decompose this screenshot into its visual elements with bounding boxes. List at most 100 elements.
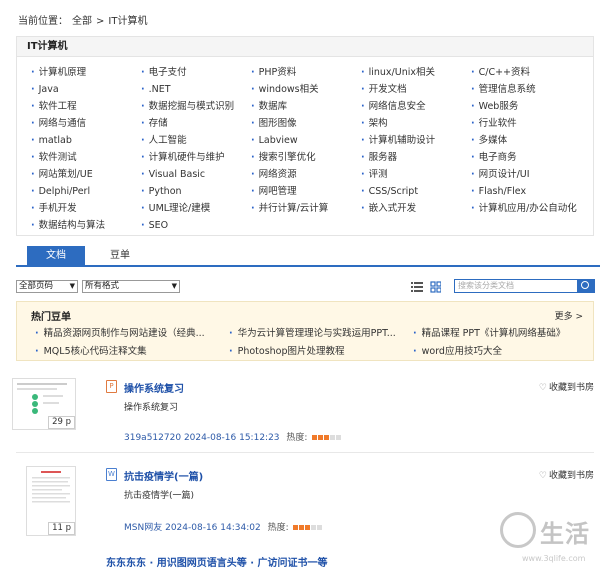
breadcrumb-current[interactable]: IT计算机	[108, 16, 147, 27]
breadcrumb-separator: >	[96, 16, 105, 27]
tab-documents[interactable]: 文档	[27, 246, 85, 266]
category-link[interactable]: .NET	[141, 81, 251, 98]
page-filter-select[interactable]: 全部页码 ▼	[16, 280, 78, 293]
category-link[interactable]: 计算机硬件与维护	[141, 149, 251, 166]
document-thumbnail[interactable]: 11 p	[26, 466, 76, 536]
category-link[interactable]: 评测	[361, 166, 471, 183]
document-meta: 319a512720 2024-08-16 15:12:23 热度:	[124, 430, 342, 443]
heat-bars	[312, 433, 342, 443]
hot-list-link[interactable]: 精品课程 PPT《计算机网络基础》	[413, 325, 566, 339]
category-link[interactable]: Web服务	[471, 98, 591, 115]
category-link[interactable]: 人工智能	[141, 132, 251, 149]
format-filter-select[interactable]: 所有格式 ▼	[82, 280, 180, 293]
category-link[interactable]: 网站策划/UE	[31, 166, 141, 183]
document-description: 抗击疫情学(一篇)	[124, 491, 195, 501]
category-link[interactable]: C/C++资料	[471, 64, 591, 81]
page-count-badge: 29 p	[48, 416, 75, 429]
document-meta: MSN网友 2024-08-16 14:34:02 热度:	[124, 520, 323, 533]
hot-list-link[interactable]: 精品资源网页制作与网站建设（经典...	[35, 325, 205, 339]
category-link[interactable]: 电子商务	[471, 149, 591, 166]
heat-bar	[336, 434, 342, 440]
category-link[interactable]: 网吧管理	[251, 183, 361, 200]
heat-label: 热度:	[267, 523, 289, 533]
category-link[interactable]: 网络信息安全	[361, 98, 471, 115]
add-to-library-button[interactable]: ♡ 收藏到书房	[539, 468, 594, 481]
divider	[16, 452, 594, 453]
category-link[interactable]: 软件工程	[31, 98, 141, 115]
category-link[interactable]: 开发文档	[361, 81, 471, 98]
format-filter-value: 所有格式	[85, 281, 120, 291]
breadcrumb-prefix: 当前位置：	[18, 16, 68, 27]
chevron-down-icon: ▼	[171, 282, 177, 290]
ppt-file-icon: P	[106, 380, 117, 393]
watermark-text: 生活	[540, 520, 590, 548]
category-link[interactable]: windows相关	[251, 81, 361, 98]
watermark: 生活 www.3qlife.com	[500, 508, 600, 568]
document-title-link[interactable]: 抗击疫情学(一篇)	[124, 468, 203, 483]
hot-list-link[interactable]: MQL5核心代码注释文集	[35, 343, 147, 357]
category-link[interactable]: 服务器	[361, 149, 471, 166]
heat-bars	[293, 523, 323, 533]
category-link[interactable]: 网络与通信	[31, 115, 141, 132]
category-link[interactable]: SEO	[141, 217, 251, 234]
category-link[interactable]: 数据结构与算法	[31, 217, 141, 234]
document-title-link[interactable]: 操作系统复习	[124, 380, 184, 395]
heat-bar	[330, 434, 336, 440]
category-link[interactable]: 嵌入式开发	[361, 200, 471, 217]
heat-bar	[311, 524, 317, 530]
page-filter-value: 全部页码	[19, 281, 54, 291]
category-link[interactable]: 管理信息系统	[471, 81, 591, 98]
search-icon[interactable]	[577, 279, 595, 293]
category-link[interactable]: 图形图像	[251, 115, 361, 132]
grid-view-icon[interactable]	[430, 281, 441, 293]
category-link[interactable]: Labview	[251, 132, 361, 149]
category-link[interactable]: 计算机原理	[31, 64, 141, 81]
list-view-icon[interactable]	[411, 282, 423, 292]
word-file-icon: W	[106, 468, 117, 481]
category-link[interactable]: 数据挖掘与模式识别	[141, 98, 251, 115]
category-link[interactable]: Visual Basic	[141, 166, 251, 183]
category-link[interactable]: 搜索引擎优化	[251, 149, 361, 166]
category-link[interactable]: 网络资源	[251, 166, 361, 183]
hot-lists-panel: 热门豆单 更多 > 精品资源网页制作与网站建设（经典... 华为云计算管理理论与…	[16, 301, 594, 361]
category-link[interactable]: Delphi/Perl	[31, 183, 141, 200]
hot-list-link[interactable]: Photoshop图片处理教程	[229, 343, 345, 357]
category-search-input[interactable]: 搜索该分类文档	[454, 279, 578, 293]
hot-list-link[interactable]: 华为云计算管理理论与实践运用PPT...	[229, 325, 396, 339]
category-link[interactable]: 数据库	[251, 98, 361, 115]
category-link[interactable]: 架构	[361, 115, 471, 132]
hot-list-link[interactable]: word应用技巧大全	[413, 343, 502, 357]
category-link[interactable]: Flash/Flex	[471, 183, 591, 200]
breadcrumb-root[interactable]: 全部	[72, 16, 92, 27]
category-link[interactable]: 计算机应用/办公自动化	[471, 200, 591, 217]
watermark-url: www.3qlife.com	[522, 554, 586, 563]
category-link[interactable]: 手机开发	[31, 200, 141, 217]
category-link[interactable]: Java	[31, 81, 141, 98]
tab-underline	[16, 265, 600, 267]
category-link[interactable]: Python	[141, 183, 251, 200]
category-link[interactable]: PHP资料	[251, 64, 361, 81]
heat-bar	[299, 524, 305, 530]
category-link[interactable]: CSS/Script	[361, 183, 471, 200]
category-link[interactable]: 软件测试	[31, 149, 141, 166]
category-link[interactable]: 计算机辅助设计	[361, 132, 471, 149]
document-thumbnail[interactable]: 29 p	[12, 378, 76, 430]
tab-lists[interactable]: 豆单	[105, 246, 135, 266]
category-link[interactable]: 电子支付	[141, 64, 251, 81]
category-link[interactable]: matlab	[31, 132, 141, 149]
category-link[interactable]: 网页设计/UI	[471, 166, 591, 183]
heart-icon: ♡	[538, 471, 547, 481]
hot-lists-more-link[interactable]: 更多 >	[555, 309, 583, 322]
add-to-library-button[interactable]: ♡ 收藏到书房	[539, 380, 594, 393]
category-link[interactable]: 多媒体	[471, 132, 591, 149]
heat-bar	[312, 434, 318, 440]
document-preview-icon	[32, 471, 70, 503]
category-link[interactable]: UML理论/建模	[141, 200, 251, 217]
document-author[interactable]: 319a512720	[124, 433, 181, 443]
category-link[interactable]: 并行计算/云计算	[251, 200, 361, 217]
category-link[interactable]: 行业软件	[471, 115, 591, 132]
next-document-title[interactable]: 东东东东 · 用识图网页语言头等 · 广访问证书一等	[106, 554, 328, 568]
document-author[interactable]: MSN网友	[124, 523, 162, 533]
category-link[interactable]: linux/Unix相关	[361, 64, 471, 81]
category-link[interactable]: 存储	[141, 115, 251, 132]
